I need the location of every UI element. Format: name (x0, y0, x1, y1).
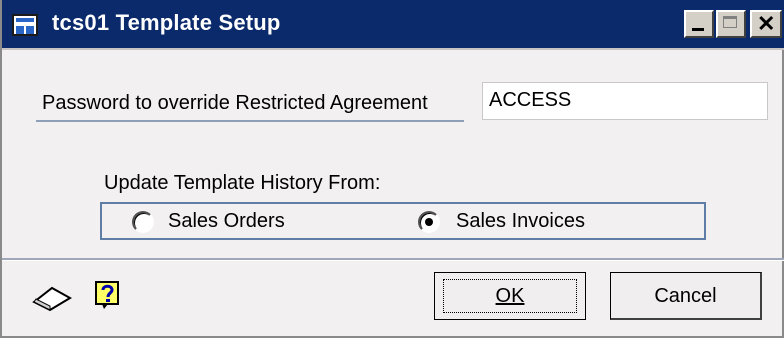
sales-invoices-label[interactable]: Sales Invoices (456, 210, 585, 233)
cancel-button-label: Cancel (654, 285, 717, 307)
password-label: Password to override Restricted Agreemen… (42, 92, 428, 114)
group-label: Update Template History From: (104, 172, 381, 194)
template-setup-window: tcs01 Template Setup ✕ Password to overr… (0, 0, 784, 338)
password-label-underline (36, 120, 464, 122)
title-bar[interactable]: tcs01 Template Setup ✕ (2, 0, 784, 48)
help-icon[interactable] (94, 280, 122, 310)
sales-invoices-radio[interactable] (418, 211, 440, 233)
sales-orders-label[interactable]: Sales Orders (168, 210, 285, 233)
maximize-icon[interactable] (716, 10, 746, 38)
window-form-icon[interactable] (12, 14, 38, 36)
window-title: tcs01 Template Setup (52, 10, 281, 35)
update-history-radio-group: Sales Orders Sales Invoices (100, 202, 706, 240)
title-divider (2, 48, 784, 50)
ok-button[interactable]: OK (434, 272, 586, 320)
close-icon[interactable]: ✕ (750, 10, 782, 38)
minimize-icon[interactable] (684, 10, 714, 38)
cancel-button[interactable]: Cancel (610, 272, 762, 320)
password-field[interactable]: ACCESS (482, 82, 768, 120)
sales-orders-radio[interactable] (132, 211, 154, 233)
note-icon[interactable] (32, 286, 72, 312)
